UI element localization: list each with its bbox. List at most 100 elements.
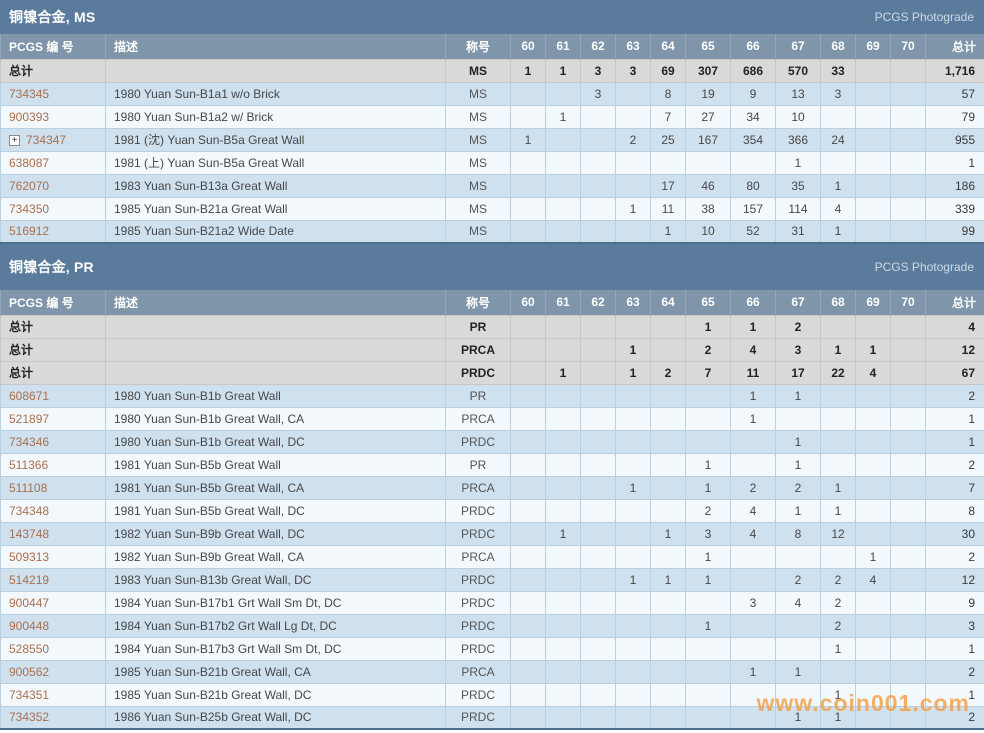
- grade-64-count-cell: [650, 613, 686, 638]
- column-header-67: 67: [775, 34, 821, 59]
- pcgs-number-link[interactable]: 516912: [9, 224, 49, 238]
- grade-61-count-cell: [545, 81, 581, 106]
- grade-64-count-cell: 7: [650, 104, 686, 129]
- grade-60-count-cell: [510, 544, 546, 569]
- grade-64-count-cell: [650, 150, 686, 175]
- designation-cell: PRCA: [445, 406, 511, 431]
- photograde-link[interactable]: PCGS Photograde: [875, 10, 974, 24]
- table-row: 638087 1981 (上) Yuan Sun-B5a Great Wall MS…: [0, 150, 984, 175]
- pcgs-number-link[interactable]: 528550: [9, 642, 49, 656]
- grade-69-count-cell: 1: [855, 337, 891, 362]
- column-header-row: PCGS 编 号描述 称号 60 61 62 63 64 65 66 67 68 69 70 总计: [0, 34, 984, 59]
- pcgs-number-link[interactable]: 734346: [9, 435, 49, 449]
- column-header-64: 64: [650, 34, 686, 59]
- pcgs-number-link[interactable]: 734348: [9, 504, 49, 518]
- designation-cell: MS: [445, 173, 511, 198]
- grade-69-count-cell: 1: [855, 544, 891, 569]
- grade-69-count-cell: 4: [855, 567, 891, 592]
- row-total-cell: 3: [925, 613, 984, 638]
- column-header-68: 68: [820, 34, 856, 59]
- grade-64-count-cell: [650, 429, 686, 454]
- pcgs-cell: 总计: [0, 360, 106, 385]
- grade-69-count-cell: [855, 314, 891, 339]
- description-cell: 1981 Yuan Sun-B5b Great Wall, CA: [105, 475, 446, 500]
- expand-plus-icon[interactable]: +: [9, 134, 20, 146]
- grade-60-count-cell: [510, 636, 546, 661]
- grade-68-count-cell: [820, 429, 856, 454]
- table-row: +734347 1981 (沈) Yuan Sun-B5a Great Wall M…: [0, 127, 984, 152]
- grade-61-count-cell: [545, 127, 581, 152]
- grade-60-count-cell: [510, 360, 546, 385]
- grade-63-count-cell: 3: [615, 58, 651, 83]
- pcgs-number-link[interactable]: 734347: [26, 133, 66, 147]
- pcgs-cell: 511108: [0, 475, 106, 500]
- description-cell: 1983 Yuan Sun-B13b Great Wall, DC: [105, 567, 446, 592]
- grade-66-count-cell: [730, 150, 776, 175]
- grade-62-count-cell: [580, 219, 616, 244]
- grade-60-count-cell: [510, 81, 546, 106]
- pcgs-number-link[interactable]: 509313: [9, 550, 49, 564]
- pcgs-number-link[interactable]: 511366: [9, 458, 48, 472]
- row-total-cell: 9: [925, 590, 984, 615]
- pcgs-number-link[interactable]: 143748: [9, 527, 49, 541]
- section-pr-title-bar: 铜镍合金, PR PCGS Photograde: [0, 244, 984, 290]
- grade-68-count-cell: 1: [820, 498, 856, 523]
- pcgs-number-link[interactable]: 608671: [9, 389, 49, 403]
- designation-cell: MS: [445, 219, 511, 244]
- pcgs-number-link[interactable]: 762070: [9, 179, 49, 193]
- grade-70-count-cell: [890, 636, 926, 661]
- grade-69-count-cell: [855, 429, 891, 454]
- table-row: 521897 1980 Yuan Sun-B1b Great Wall, CA PR…: [0, 406, 984, 431]
- pcgs-number-link[interactable]: 900393: [9, 110, 49, 124]
- table-row: 900393 1980 Yuan Sun-B1a2 w/ Brick MS 1 7 27 3…: [0, 104, 984, 129]
- grade-66-count-cell: 157: [730, 196, 776, 221]
- grade-70-count-cell: [890, 406, 926, 431]
- grade-65-count-cell: 1: [685, 452, 731, 477]
- grade-69-count-cell: [855, 173, 891, 198]
- grade-65-count-cell: 38: [685, 196, 731, 221]
- row-total-cell: 12: [925, 337, 984, 362]
- pcgs-number-link[interactable]: 734350: [9, 202, 49, 216]
- grade-65-count-cell: 27: [685, 104, 731, 129]
- grade-61-count-cell: 1: [545, 104, 581, 129]
- pcgs-number-link[interactable]: 521897: [9, 412, 49, 426]
- column-header-67: 67: [775, 290, 821, 315]
- grade-70-count-cell: [890, 173, 926, 198]
- grade-65-count-cell: [685, 406, 731, 431]
- table-row: 511366 1981 Yuan Sun-B5b Great Wall PR 1 1 2: [0, 452, 984, 477]
- row-total-cell: 7: [925, 475, 984, 500]
- grade-62-count-cell: [580, 104, 616, 129]
- grade-64-count-cell: 25: [650, 127, 686, 152]
- pcgs-number-link[interactable]: 734351: [9, 688, 49, 702]
- pcgs-cell: 总计: [0, 314, 106, 339]
- row-total-cell: 2: [925, 705, 984, 730]
- grade-61-count-cell: [545, 429, 581, 454]
- pcgs-number-link[interactable]: 734352: [9, 710, 49, 724]
- pcgs-number-link[interactable]: 900447: [9, 596, 49, 610]
- grade-60-count-cell: [510, 173, 546, 198]
- row-total-cell: 4: [925, 314, 984, 339]
- pcgs-number-link[interactable]: 638087: [9, 156, 49, 170]
- pcgs-number-link[interactable]: 514219: [9, 573, 49, 587]
- column-header-description: 描述: [105, 290, 446, 315]
- table-row: 734350 1985 Yuan Sun-B21a Great Wall MS 1 11…: [0, 196, 984, 221]
- description-cell: [105, 58, 446, 83]
- grade-62-count-cell: [580, 383, 616, 408]
- pcgs-number-link[interactable]: 900562: [9, 665, 49, 679]
- grade-68-count-cell: [820, 383, 856, 408]
- photograde-link[interactable]: PCGS Photograde: [875, 260, 974, 274]
- pcgs-number-link[interactable]: 900448: [9, 619, 49, 633]
- grade-64-count-cell: [650, 452, 686, 477]
- grade-65-count-cell: 167: [685, 127, 731, 152]
- pcgs-cell: 608671: [0, 383, 106, 408]
- row-total-cell: 8: [925, 498, 984, 523]
- row-total-cell: 99: [925, 219, 984, 244]
- pcgs-number-link[interactable]: 511108: [9, 481, 47, 495]
- grade-61-count-cell: 1: [545, 521, 581, 546]
- pcgs-number-link[interactable]: 734345: [9, 87, 49, 101]
- grade-61-count-cell: [545, 452, 581, 477]
- grade-68-count-cell: 1: [820, 337, 856, 362]
- grade-70-count-cell: [890, 705, 926, 730]
- grade-60-count-cell: [510, 337, 546, 362]
- grade-62-count-cell: [580, 659, 616, 684]
